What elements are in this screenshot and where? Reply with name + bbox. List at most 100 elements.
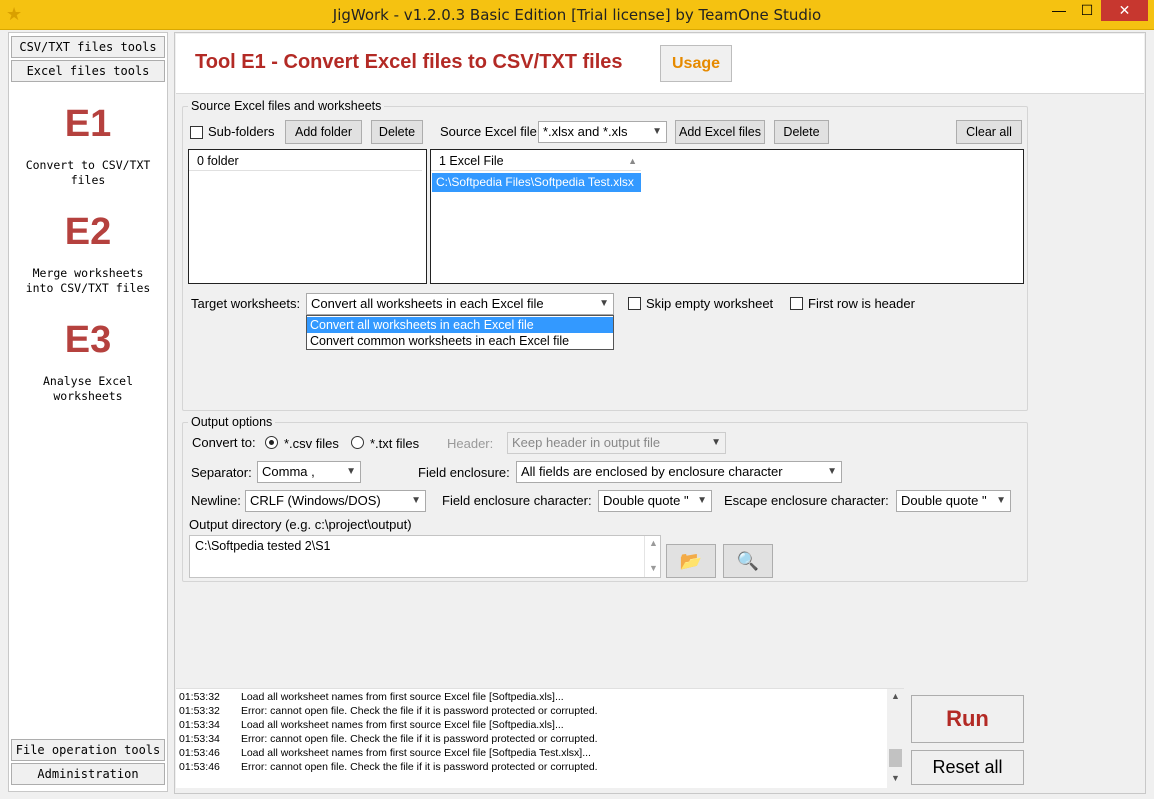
dropdown-option-all[interactable]: Convert all worksheets in each Excel fil… [307, 317, 613, 333]
log-row: 01:53:34 Error: cannot open file. Check t… [179, 733, 598, 745]
chevron-up-icon[interactable]: ▲ [891, 691, 900, 701]
tab-administration[interactable]: Administration [11, 763, 165, 785]
folder-open-icon: 📂 [679, 551, 703, 571]
search-icon: 🔍 [736, 551, 760, 571]
log-message: Load all worksheet names from first sour… [241, 747, 591, 759]
log-row: 01:53:32 Load all worksheet names from fi… [179, 691, 564, 703]
log-row: 01:53:32 Error: cannot open file. Check t… [179, 705, 598, 717]
output-dir-scrollbar[interactable]: ▲ ▼ [644, 536, 660, 577]
tool-e2-desc-line2[interactable]: into CSV/TXT files [9, 281, 167, 296]
log-row: 01:53:34 Load all worksheet names from fi… [179, 719, 564, 731]
csv-label: *.csv files [284, 436, 339, 451]
log-time: 01:53:32 [179, 705, 220, 717]
chevron-down-icon: ▼ [411, 495, 421, 506]
output-dir-value: C:\Softpedia tested 2\S1 [195, 539, 331, 553]
newline-select[interactable]: CRLF (Windows/DOS) ▼ [245, 490, 426, 512]
scrollbar-thumb[interactable] [889, 749, 902, 767]
browse-folder-button[interactable]: 📂 [666, 544, 716, 578]
target-worksheets-select[interactable]: Convert all worksheets in each Excel fil… [306, 293, 614, 315]
escape-char-value: Double quote " [901, 493, 987, 508]
add-folder-button[interactable]: Add folder [285, 120, 362, 144]
maximize-button[interactable]: ☐ [1073, 0, 1101, 21]
separator-select[interactable]: Comma , ▼ [257, 461, 361, 483]
add-excel-files-button[interactable]: Add Excel files [675, 120, 765, 144]
chevron-down-icon[interactable]: ▼ [649, 563, 658, 573]
tool-e2-code[interactable]: E2 [9, 211, 167, 254]
newline-value: CRLF (Windows/DOS) [250, 493, 381, 508]
tool-e1-desc-line2[interactable]: files [9, 173, 167, 188]
tab-csv-txt-tools[interactable]: CSV/TXT files tools [11, 36, 165, 58]
output-dir-field[interactable]: C:\Softpedia tested 2\S1 ▲ ▼ [189, 535, 661, 578]
enclosure-char-select[interactable]: Double quote " ▼ [598, 490, 712, 512]
source-file-filter-value: *.xlsx and *.xls [543, 124, 628, 139]
target-worksheets-dropdown: Convert all worksheets in each Excel fil… [306, 315, 614, 350]
title-bar: ★ JigWork - v1.2.0.3 Basic Edition [Tria… [0, 0, 1154, 30]
log-scrollbar[interactable]: ▲ ▼ [887, 689, 904, 789]
tool-e2-desc-line1[interactable]: Merge worksheets [9, 266, 167, 281]
dropdown-option-common[interactable]: Convert common worksheets in each Excel … [307, 333, 613, 349]
tool-e1-code[interactable]: E1 [9, 103, 167, 146]
chevron-down-icon[interactable]: ▼ [891, 773, 900, 783]
close-button[interactable]: ✕ [1101, 0, 1148, 21]
chevron-down-icon: ▼ [599, 298, 609, 309]
separator-value: Comma , [262, 464, 315, 479]
first-row-header-checkbox[interactable] [790, 297, 803, 310]
txt-radio[interactable] [351, 436, 364, 449]
log-time: 01:53:32 [179, 691, 220, 703]
subfolders-checkbox[interactable] [190, 126, 203, 139]
enclosure-char-value: Double quote " [603, 493, 689, 508]
log-message: Load all worksheet names from first sour… [241, 691, 564, 703]
log-message: Error: cannot open file. Check the file … [241, 733, 598, 745]
chevron-down-icon: ▼ [346, 466, 356, 477]
log-row: 01:53:46 Error: cannot open file. Check t… [179, 761, 598, 773]
target-worksheets-label: Target worksheets: [191, 296, 301, 311]
tab-excel-tools[interactable]: Excel files tools [11, 60, 165, 82]
usage-button[interactable]: Usage [660, 45, 732, 82]
reset-all-button[interactable]: Reset all [911, 750, 1024, 785]
output-dir-label: Output directory (e.g. c:\project\output… [189, 517, 412, 532]
log-message: Error: cannot open file. Check the file … [241, 705, 598, 717]
separator-label: Separator: [191, 465, 252, 480]
file-list-header-label: 1 Excel File [439, 154, 504, 168]
sort-up-icon: ▲ [628, 156, 637, 166]
tool-e3-desc-line2[interactable]: worksheets [9, 389, 167, 404]
tool-e1-desc-line1[interactable]: Convert to CSV/TXT [9, 158, 167, 173]
clear-all-button[interactable]: Clear all [956, 120, 1022, 144]
escape-char-select[interactable]: Double quote " ▼ [896, 490, 1011, 512]
delete-folder-button[interactable]: Delete [371, 120, 423, 144]
run-button[interactable]: Run [911, 695, 1024, 743]
page-title: Tool E1 - Convert Excel files to CSV/TXT… [195, 51, 623, 73]
log-area[interactable]: 01:53:32 Load all worksheet names from fi… [176, 688, 904, 789]
tool-e3-code[interactable]: E3 [9, 319, 167, 362]
convert-to-label: Convert to: [192, 435, 256, 450]
header-select: Keep header in output file ▼ [507, 432, 726, 454]
file-list[interactable]: 1 Excel File ▲ C:\Softpedia Files\Softpe… [430, 149, 1024, 284]
header-value: Keep header in output file [512, 435, 661, 450]
log-message: Error: cannot open file. Check the file … [241, 761, 598, 773]
chevron-up-icon[interactable]: ▲ [649, 538, 658, 548]
chevron-down-icon: ▼ [996, 495, 1006, 506]
tab-file-operation-tools[interactable]: File operation tools [11, 739, 165, 761]
chevron-down-icon: ▼ [697, 495, 707, 506]
left-navigation: CSV/TXT files tools Excel files tools E1… [8, 32, 168, 792]
skip-empty-checkbox[interactable] [628, 297, 641, 310]
file-list-header[interactable]: 1 Excel File ▲ [431, 151, 641, 171]
header-label: Header: [447, 436, 494, 451]
source-group-label: Source Excel files and worksheets [188, 99, 385, 113]
folder-list-header[interactable]: 0 folder [189, 151, 422, 171]
output-group-label: Output options [188, 415, 276, 429]
delete-file-button[interactable]: Delete [774, 120, 829, 144]
tool-e3-desc-line1[interactable]: Analyse Excel [9, 374, 167, 389]
log-row: 01:53:46 Load all worksheet names from fi… [179, 747, 591, 759]
field-enclosure-select[interactable]: All fields are enclosed by enclosure cha… [516, 461, 842, 483]
folder-list[interactable]: 0 folder [188, 149, 427, 284]
source-file-filter-select[interactable]: *.xlsx and *.xls ▼ [538, 121, 667, 143]
newline-label: Newline: [191, 493, 241, 508]
open-folder-search-button[interactable]: 🔍 [723, 544, 773, 578]
subfolders-label: Sub-folders [208, 124, 275, 139]
minimize-button[interactable]: — [1045, 0, 1073, 21]
window-title: JigWork - v1.2.0.3 Basic Edition [Trial … [332, 6, 822, 24]
csv-radio[interactable] [265, 436, 278, 449]
log-time: 01:53:34 [179, 733, 220, 745]
file-list-item[interactable]: C:\Softpedia Files\Softpedia Test.xlsx [432, 173, 641, 192]
